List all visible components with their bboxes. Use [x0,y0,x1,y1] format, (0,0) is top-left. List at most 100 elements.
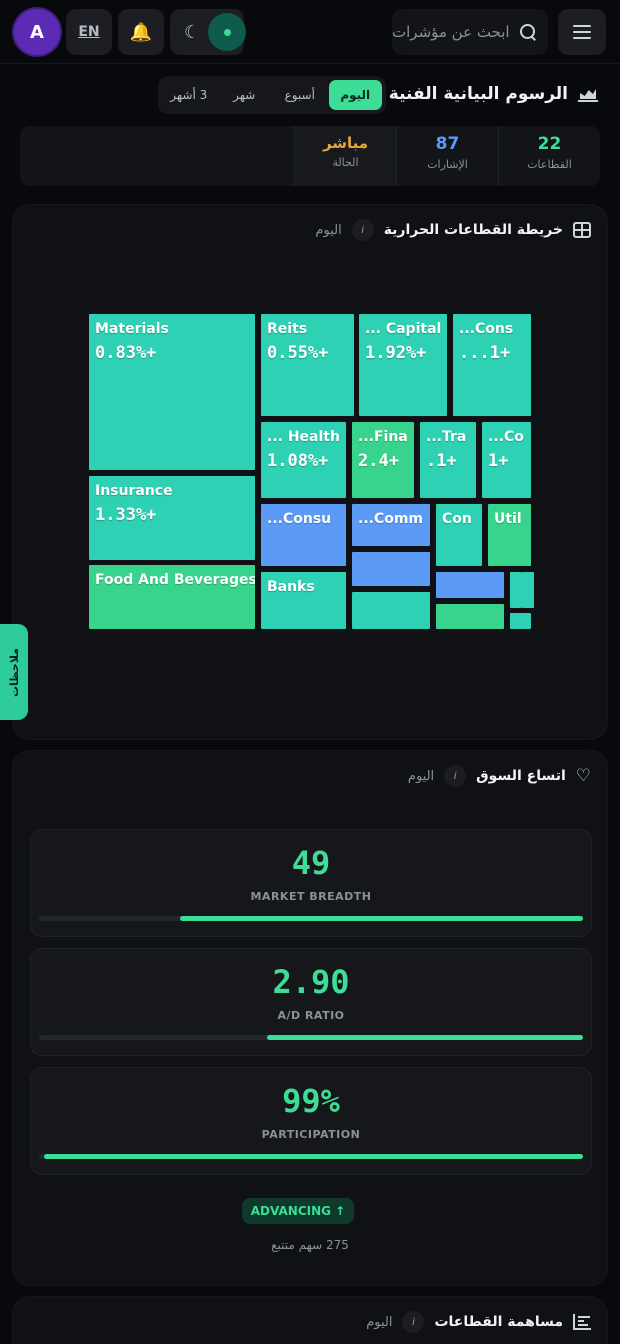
tile-change: 0.55%+ [267,343,329,363]
menu-button[interactable] [558,9,606,55]
heart-pulse-icon: ♡ [575,766,591,786]
notifications-button[interactable]: 🔔 [118,9,164,55]
advancing-badge: ADVANCING ↑ [242,1198,354,1224]
stat-value: 87 [435,134,460,154]
tile-con[interactable]: Con [436,504,482,566]
card-title: خريطة القطاعات الحرارية [383,222,563,238]
tile-fina[interactable]: ...Fina 2.4+ [352,422,414,498]
tile-util[interactable]: Util [488,504,531,566]
hamburger-line [573,31,591,33]
tile-change: 0.83%+ [95,343,157,363]
tile-change: 1+ [488,451,509,471]
tile-unlabeled[interactable] [352,592,430,629]
theme-toggle[interactable]: ☾ [170,9,246,55]
page-title: الرسوم البيانية الفنية [389,84,598,104]
tile-health[interactable]: ... Health 1.08%+ [261,422,346,498]
notes-tab[interactable]: ملاحظات [0,624,28,720]
card-header: ♡ اتساع السوق i اليوم [408,765,591,787]
tile-change: 1.92%+ [365,343,427,363]
metric-bar-fill [44,1154,583,1159]
tab-today[interactable]: اليوم [328,80,382,110]
tile-consu[interactable]: ...Consu [261,504,346,566]
tile-change: 1.33%+ [95,505,157,525]
tile-change: .1+ [426,451,457,471]
tile-unlabeled[interactable] [352,552,430,586]
tile-change: 2.4+ [358,451,399,471]
tile-name: ...Co [488,429,524,445]
sector-treemap: Materials 0.83%+ Insurance 1.33%+ Food A… [89,314,534,634]
period-label: اليوم [315,222,342,238]
tile-unlabeled[interactable] [510,572,522,608]
stat-label: الإشارات [427,158,468,171]
card-title: اتساع السوق [476,768,566,784]
tile-banks[interactable]: Banks [261,572,346,629]
tile-tra[interactable]: ...Tra .1+ [420,422,476,498]
tile-name: Food And Beverages [95,572,255,588]
area-chart-icon [578,86,598,102]
metric-bar-fill [267,1035,583,1040]
hamburger-icon [573,25,591,27]
tile-name: Insurance [95,483,173,499]
tile-name: ...Comm [358,511,424,527]
tile-capital[interactable]: ... Capital 1.92%+ [359,314,447,416]
tile-co[interactable]: ...Co 1+ [482,422,531,498]
hamburger-line [573,37,591,39]
period-label: اليوم [366,1314,393,1330]
tile-cons[interactable]: ...Cons ...1+ [453,314,531,416]
search-input[interactable]: ابحث عن مؤشرات [392,9,548,55]
tile-unlabeled[interactable] [436,572,504,598]
metric-value: 99% [282,1082,340,1120]
bell-icon: 🔔 [129,21,153,43]
tab-month[interactable]: شهر [218,80,272,110]
tile-food-beverages[interactable]: Food And Beverages [89,565,255,629]
stat-label: القطاعات [527,158,572,171]
metric-label: PARTICIPATION [261,1128,361,1141]
info-icon[interactable]: i [351,219,374,241]
tile-reits[interactable]: Reits 0.55%+ [261,314,354,416]
live-dot-icon [223,28,231,36]
tile-name: Reits [267,321,308,337]
tile-name: Util [494,511,522,527]
tab-week[interactable]: أسبوع [273,80,327,110]
metric-ad-ratio: 2.90 A/D RATIO [30,948,592,1056]
tile-materials[interactable]: Materials 0.83%+ [89,314,255,470]
grid-icon [573,222,591,238]
notes-label: ملاحظات [7,647,21,697]
tile-insurance[interactable]: Insurance 1.33%+ [89,476,255,560]
stat-value: مباشر [322,134,369,152]
stat-label: الحالة [332,156,359,169]
tab-3months[interactable]: 3 أشهر [162,80,216,110]
tile-name: ...Tra [426,429,467,445]
tile-comm[interactable]: ...Comm [352,504,430,546]
stats-bar: 22 القطاعات 87 الإشارات مباشر الحالة [20,126,600,186]
bar-chart-icon [573,1314,591,1330]
tile-name: ... Capital [365,321,442,337]
tile-change: ...1+ [459,343,511,363]
tile-unlabeled[interactable] [510,613,531,629]
toggle-knob [208,13,246,51]
tile-unlabeled[interactable] [522,572,534,608]
tile-name: ...Fina [358,429,408,445]
metric-participation: 99% PARTICIPATION [30,1067,592,1175]
stat-value: 22 [537,134,562,154]
metric-value: 2.90 [272,963,350,1001]
tracked-stocks-text: 275 سهم متتبع [271,1238,349,1252]
language-toggle[interactable]: EN [66,9,112,55]
period-label: اليوم [407,768,435,784]
metric-label: A/D RATIO [277,1009,345,1022]
tile-name: ...Cons [459,321,514,337]
tile-name: ... Health [267,429,340,445]
metric-bar [39,1154,583,1159]
metric-market-breadth: 49 MARKET BREADTH [30,829,592,937]
card-header: خريطة القطاعات الحرارية i اليوم [315,219,591,241]
tile-name: ...Consu [267,511,332,527]
avatar[interactable]: A [14,9,60,55]
info-icon[interactable]: i [402,1311,425,1333]
tile-change: 1.08%+ [267,451,329,471]
search-icon [518,22,538,42]
tile-name: Banks [267,579,315,595]
sector-contribution-card: مساهمة القطاعات i اليوم [12,1296,608,1344]
tile-unlabeled[interactable] [436,604,504,629]
info-icon[interactable]: i [444,765,467,787]
card-header: مساهمة القطاعات i اليوم [366,1311,591,1333]
